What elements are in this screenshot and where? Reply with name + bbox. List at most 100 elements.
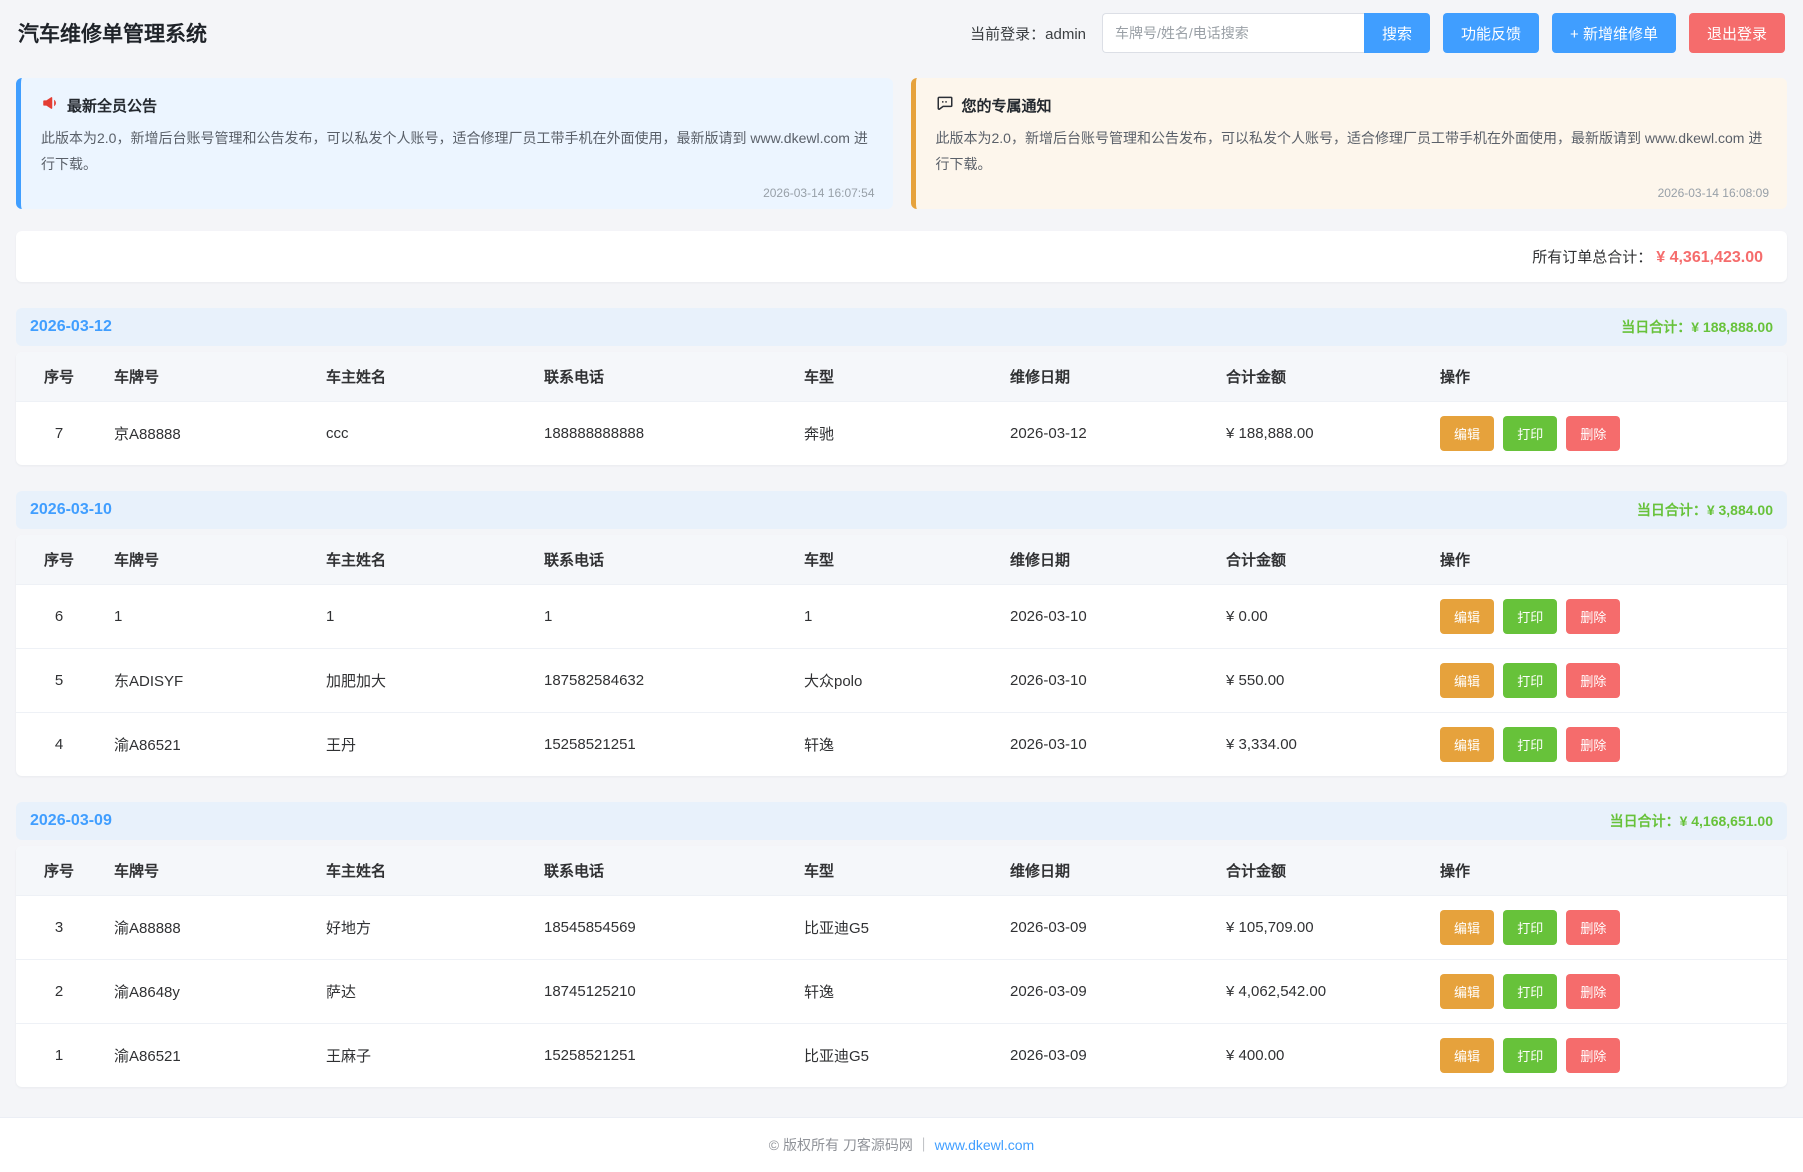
delete-button[interactable]: 删除 xyxy=(1566,416,1620,451)
speech-bubble-icon xyxy=(936,94,954,116)
cell-actions: 编辑 打印 删除 xyxy=(1428,585,1787,649)
cell-phone: 187582584632 xyxy=(532,649,792,713)
cell-plate: 渝A86521 xyxy=(102,1024,314,1088)
delete-button[interactable]: 删除 xyxy=(1566,663,1620,698)
column-header: 车主姓名 xyxy=(314,535,532,585)
cell-seq: 1 xyxy=(16,1024,102,1088)
print-button[interactable]: 打印 xyxy=(1503,1038,1557,1073)
cell-actions: 编辑 打印 删除 xyxy=(1428,1024,1787,1088)
edit-button[interactable]: 编辑 xyxy=(1440,416,1494,451)
edit-button[interactable]: 编辑 xyxy=(1440,663,1494,698)
column-header: 车型 xyxy=(792,846,998,896)
delete-button[interactable]: 删除 xyxy=(1566,727,1620,762)
edit-button[interactable]: 编辑 xyxy=(1440,910,1494,945)
search-button[interactable]: 搜索 xyxy=(1364,13,1430,53)
column-header: 合计金额 xyxy=(1214,352,1428,402)
search-input[interactable] xyxy=(1102,13,1364,53)
personal-notice-title: 您的专属通知 xyxy=(962,95,1052,116)
orders-table-card: 序号车牌号车主姓名联系电话车型维修日期合计金额操作 6 1 1 1 1 2026… xyxy=(16,535,1787,776)
column-header: 车主姓名 xyxy=(314,352,532,402)
day-total-amount: ¥ 4,168,651.00 xyxy=(1680,813,1773,829)
edit-button[interactable]: 编辑 xyxy=(1440,727,1494,762)
cell-model: 大众polo xyxy=(792,649,998,713)
table-header-row: 序号车牌号车主姓名联系电话车型维修日期合计金额操作 xyxy=(16,846,1787,896)
cell-model: 比亚迪G5 xyxy=(792,896,998,960)
add-order-button[interactable]: + 新增维修单 xyxy=(1552,13,1676,53)
column-header: 序号 xyxy=(16,352,102,402)
print-button[interactable]: 打印 xyxy=(1503,599,1557,634)
cell-date: 2026-03-09 xyxy=(998,896,1214,960)
column-header: 车牌号 xyxy=(102,535,314,585)
cell-actions: 编辑 打印 删除 xyxy=(1428,713,1787,777)
feedback-button[interactable]: 功能反馈 xyxy=(1443,13,1539,53)
cell-owner: 王丹 xyxy=(314,713,532,777)
current-login-label: 当前登录： xyxy=(970,26,1045,43)
print-button[interactable]: 打印 xyxy=(1503,974,1557,1009)
order-row: 7 京A88888 ccc 188888888888 奔驰 2026-03-12… xyxy=(16,402,1787,466)
cell-amount: ¥ 3,334.00 xyxy=(1214,713,1428,777)
cell-seq: 6 xyxy=(16,585,102,649)
column-header: 联系电话 xyxy=(532,846,792,896)
column-header: 车型 xyxy=(792,535,998,585)
group-date: 2026-03-10 xyxy=(30,501,112,519)
column-header: 车主姓名 xyxy=(314,846,532,896)
delete-button[interactable]: 删除 xyxy=(1566,910,1620,945)
orders-table: 序号车牌号车主姓名联系电话车型维修日期合计金额操作 3 渝A88888 好地方 … xyxy=(16,846,1787,1087)
cell-owner: ccc xyxy=(314,402,532,466)
edit-button[interactable]: 编辑 xyxy=(1440,1038,1494,1073)
megaphone-icon xyxy=(41,94,59,116)
notice-cards: 最新全员公告 此版本为2.0，新增后台账号管理和公告发布，可以私发个人账号，适合… xyxy=(0,78,1803,209)
edit-button[interactable]: 编辑 xyxy=(1440,974,1494,1009)
cell-model: 比亚迪G5 xyxy=(792,1024,998,1088)
page-title: 汽车维修单管理系统 xyxy=(18,18,207,48)
column-header: 维修日期 xyxy=(998,846,1214,896)
delete-button[interactable]: 删除 xyxy=(1566,599,1620,634)
column-header: 序号 xyxy=(16,846,102,896)
delete-button[interactable]: 删除 xyxy=(1566,1038,1620,1073)
username: admin xyxy=(1045,26,1086,43)
cell-amount: ¥ 400.00 xyxy=(1214,1024,1428,1088)
column-header: 合计金额 xyxy=(1214,846,1428,896)
delete-button[interactable]: 删除 xyxy=(1566,974,1620,1009)
personal-notice-title-row: 您的专属通知 xyxy=(936,94,1768,116)
print-button[interactable]: 打印 xyxy=(1503,910,1557,945)
announcement-title: 最新全员公告 xyxy=(67,95,157,116)
column-header: 序号 xyxy=(16,535,102,585)
cell-actions: 编辑 打印 删除 xyxy=(1428,960,1787,1024)
cell-seq: 7 xyxy=(16,402,102,466)
cell-date: 2026-03-09 xyxy=(998,1024,1214,1088)
personal-notice-timestamp: 2026-03-14 16:08:09 xyxy=(1658,186,1769,200)
cell-owner: 王麻子 xyxy=(314,1024,532,1088)
day-total: 当日合计：¥ 188,888.00 xyxy=(1621,317,1773,337)
cell-phone: 15258521251 xyxy=(532,713,792,777)
cell-model: 1 xyxy=(792,585,998,649)
orders-table: 序号车牌号车主姓名联系电话车型维修日期合计金额操作 6 1 1 1 1 2026… xyxy=(16,535,1787,776)
cell-phone: 18545854569 xyxy=(532,896,792,960)
order-row: 3 渝A88888 好地方 18545854569 比亚迪G5 2026-03-… xyxy=(16,896,1787,960)
footer-link[interactable]: www.dkewl.com xyxy=(935,1137,1035,1153)
group-header-bar: 2026-03-12 当日合计：¥ 188,888.00 xyxy=(16,308,1787,346)
print-button[interactable]: 打印 xyxy=(1503,416,1557,451)
edit-button[interactable]: 编辑 xyxy=(1440,599,1494,634)
logout-button[interactable]: 退出登录 xyxy=(1689,13,1785,53)
cell-model: 轩逸 xyxy=(792,960,998,1024)
column-header: 操作 xyxy=(1428,352,1787,402)
cell-owner: 萨达 xyxy=(314,960,532,1024)
top-bar-actions: 当前登录：admin 搜索 功能反馈 + 新增维修单 退出登录 xyxy=(970,13,1785,53)
cell-seq: 5 xyxy=(16,649,102,713)
column-header: 合计金额 xyxy=(1214,535,1428,585)
cell-phone: 1 xyxy=(532,585,792,649)
cell-plate: 渝A8648y xyxy=(102,960,314,1024)
print-button[interactable]: 打印 xyxy=(1503,663,1557,698)
grand-total-label: 所有订单总合计： xyxy=(1532,249,1652,266)
grand-total-amount: ¥ 4,361,423.00 xyxy=(1656,249,1763,266)
group-header-bar: 2026-03-09 当日合计：¥ 4,168,651.00 xyxy=(16,802,1787,840)
current-login: 当前登录：admin xyxy=(970,23,1086,44)
group-date: 2026-03-09 xyxy=(30,812,112,830)
table-header-row: 序号车牌号车主姓名联系电话车型维修日期合计金额操作 xyxy=(16,352,1787,402)
cell-model: 奔驰 xyxy=(792,402,998,466)
print-button[interactable]: 打印 xyxy=(1503,727,1557,762)
announcement-title-row: 最新全员公告 xyxy=(41,94,873,116)
orders-table-card: 序号车牌号车主姓名联系电话车型维修日期合计金额操作 3 渝A88888 好地方 … xyxy=(16,846,1787,1087)
order-row: 1 渝A86521 王麻子 15258521251 比亚迪G5 2026-03-… xyxy=(16,1024,1787,1088)
